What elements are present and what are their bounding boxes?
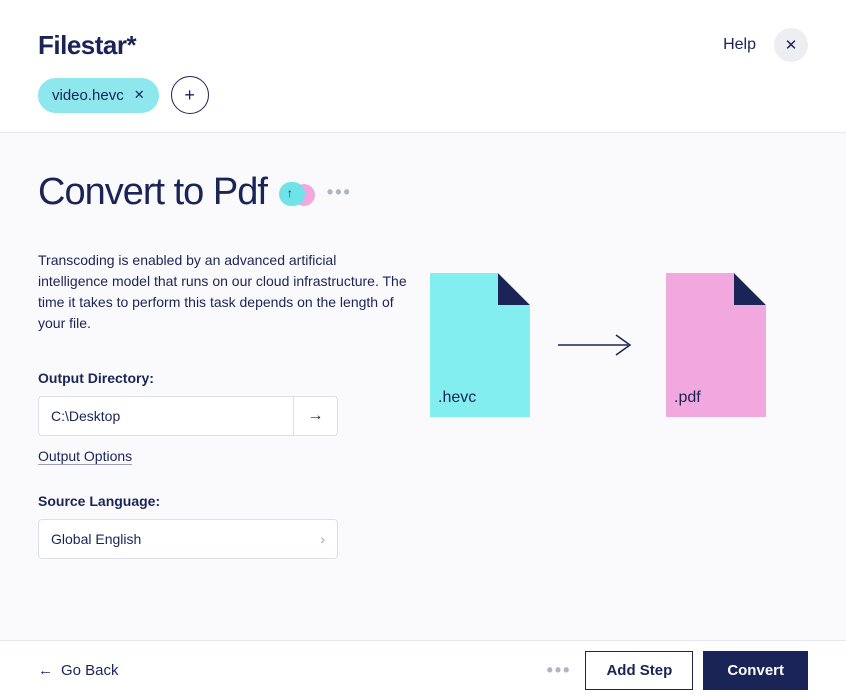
app-logo: Filestar* [38,30,136,61]
arrow-right-icon: → [308,407,324,425]
footer-more-icon[interactable]: ••• [547,660,572,681]
description-text: Transcoding is enabled by an advanced ar… [38,250,408,334]
close-icon: ✕ [785,36,798,54]
output-dir-label: Output Directory: [38,370,438,386]
file-chip-label: video.hevc [52,87,124,104]
plus-icon: + [184,85,195,106]
source-file-icon: .hevc [430,273,530,417]
source-ext-label: .hevc [438,389,476,407]
page-title: Convert to Pdf [38,171,267,214]
conversion-illustration: .hevc .pdf [430,273,766,417]
source-lang-select[interactable]: Global English › [38,519,338,559]
more-options-icon[interactable]: ••• [327,182,352,203]
browse-dir-button[interactable]: → [294,396,338,436]
output-options-link[interactable]: Output Options [38,448,132,465]
target-file-icon: .pdf [666,273,766,417]
source-lang-label: Source Language: [38,493,438,509]
help-link[interactable]: Help [723,36,756,54]
source-lang-value: Global English [51,531,141,547]
add-step-button[interactable]: Add Step [585,651,693,690]
cloud-upload-icon: ↑ [279,182,315,204]
output-dir-input[interactable] [38,396,294,436]
target-ext-label: .pdf [674,389,701,407]
go-back-button[interactable]: ← Go Back [38,662,119,679]
file-chip[interactable]: video.hevc ✕ [38,78,159,113]
close-button[interactable]: ✕ [774,28,808,62]
remove-file-icon[interactable]: ✕ [134,87,145,103]
arrow-left-icon: ← [38,662,53,679]
add-file-button[interactable]: + [171,76,209,114]
convert-button[interactable]: Convert [703,651,808,690]
chevron-right-icon: › [320,531,325,547]
arrow-icon [558,333,638,357]
go-back-label: Go Back [61,662,119,679]
